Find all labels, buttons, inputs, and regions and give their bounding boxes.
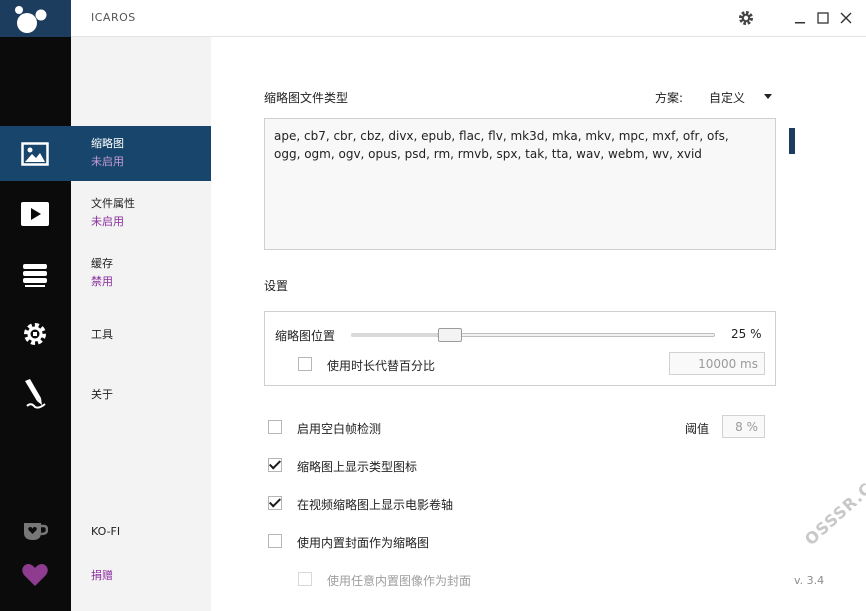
slider-thumb[interactable] [438,328,462,342]
use-any-cover-label: 使用任意内置图像作为封面 [327,574,472,588]
thumb-position-label: 缩略图位置 [275,329,336,343]
main-content: 缩略图文件类型 方案: 自定义 ape, cb7, cbr, cbz, divx… [211,37,866,611]
settings-label: 设置 [264,279,289,293]
cup-icon[interactable] [18,514,52,548]
chevron-down-icon[interactable] [764,94,772,99]
heart-icon[interactable] [18,558,52,592]
app-logo-icon [15,6,47,33]
filetypes-textarea[interactable]: ape, cb7, cbr, cbz, divx, epub, flac, fl… [264,118,776,250]
show-type-icon-label: 缩略图上显示类型图标 [297,460,418,474]
nav-item-status: 未启用 [91,155,124,168]
watermark: OSSSR.COM [801,457,866,550]
scheme-label: 方案: [655,91,684,105]
blank-frame-label: 启用空白帧检测 [297,422,382,436]
filetypes-line: ape, cb7, cbr, cbz, divx, epub, flac, fl… [274,129,729,143]
nav-item-label: 缓存 [91,257,113,270]
play-icon[interactable] [18,197,52,231]
stack-icon[interactable] [18,258,52,292]
filetypes-label: 缩略图文件类型 [264,91,349,105]
thumb-position-value: 25 % [731,327,762,341]
nav-item-about[interactable]: 关于 [71,377,211,432]
slider-fill [351,333,438,337]
use-duration-checkbox[interactable] [298,357,312,371]
minimize-icon[interactable] [790,8,810,28]
nav-item-label: 工具 [91,328,113,341]
nav-item-status: 禁用 [91,275,113,288]
threshold-input[interactable]: 8 % [722,415,765,438]
gear-icon[interactable] [736,8,756,28]
pen-icon[interactable] [18,377,52,411]
use-cover-checkbox[interactable] [268,534,282,548]
nav-item-label: 捐赠 [91,569,113,582]
scheme-dropdown[interactable]: 自定义 [709,89,745,106]
threshold-label: 阈值 [685,422,710,436]
nav-panel: 缩略图 未启用 文件属性 未启用 缓存 禁用 工具 关于 KO-FI 捐赠 [71,0,211,611]
use-cover-label: 使用内置封面作为缩略图 [297,536,430,550]
duration-input[interactable]: 10000 ms [669,352,765,375]
use-any-cover-checkbox[interactable] [298,572,312,586]
gear-icon[interactable] [18,317,52,351]
blank-frame-checkbox[interactable] [268,420,282,434]
nav-item-status: 未启用 [91,215,124,228]
nav-item-donate[interactable]: 捐赠 [71,558,211,611]
title-bar: ICAROS [71,0,866,37]
nav-item-cache[interactable]: 缓存 禁用 [71,246,211,301]
show-film-label: 在视频缩略图上显示电影卷轴 [297,498,454,512]
show-film-checkbox[interactable] [268,496,282,510]
filetypes-line: ogg, ogm, ogv, opus, psd, rm, rmvb, spx,… [274,147,702,161]
version-label: v. 3.4 [794,574,825,587]
maximize-icon[interactable] [813,8,833,28]
nav-item-thumbnails[interactable]: 缩略图 未启用 [71,126,211,181]
nav-item-label: 文件属性 [91,197,135,210]
nav-item-tools[interactable]: 工具 [71,317,211,372]
rail-header [0,0,71,37]
close-icon[interactable] [836,8,856,28]
image-icon[interactable] [18,137,52,171]
nav-item-label: 缩略图 [91,137,124,150]
show-type-icon-checkbox[interactable] [268,458,282,472]
nav-item-properties[interactable]: 文件属性 未启用 [71,186,211,241]
icon-rail [0,0,71,611]
nav-item-label: 关于 [91,388,113,401]
use-duration-label: 使用时长代替百分比 [327,359,436,373]
app-title: ICAROS [91,11,136,24]
side-tab [789,128,795,154]
nav-item-label: KO-FI [91,525,121,538]
